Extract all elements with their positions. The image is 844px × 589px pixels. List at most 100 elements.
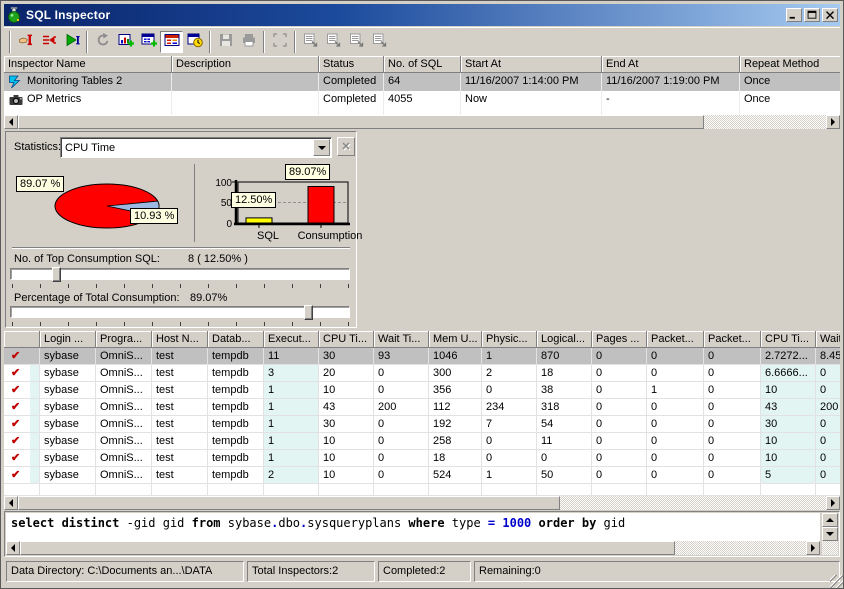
inspector-col-2[interactable]: Status — [319, 56, 384, 73]
grid-cell[interactable]: 524 — [429, 467, 482, 484]
grid-cell[interactable]: 0 — [704, 416, 761, 433]
grid-cell[interactable]: tempdb — [208, 365, 264, 382]
inspector-cell[interactable]: Once — [740, 73, 840, 91]
grid-cell[interactable]: 38 — [537, 382, 592, 399]
grid-row[interactable]: ✔sybaseOmniS...testtempdb110025801100010… — [4, 433, 840, 450]
inspector-cell[interactable]: Completed — [319, 91, 384, 109]
grid-cell[interactable]: sybase — [40, 467, 96, 484]
resize-grip[interactable] — [830, 575, 843, 588]
inspector-cell[interactable]: - — [602, 91, 740, 109]
inspector-cell[interactable]: Now — [461, 91, 602, 109]
inspector-cell[interactable]: Once — [740, 91, 840, 109]
scrollbar-track[interactable] — [18, 115, 826, 129]
scroll-left-icon[interactable] — [6, 541, 20, 555]
grid-cell[interactable]: 18 — [537, 365, 592, 382]
grid-cell[interactable]: 0 — [647, 433, 704, 450]
show-grid-button[interactable] — [160, 31, 183, 53]
grid-col-9[interactable]: Physic... — [482, 331, 537, 348]
grid-cell[interactable]: 112 — [429, 399, 482, 416]
grid-cell[interactable]: 0 — [704, 467, 761, 484]
grid-col-12[interactable]: Packet... — [647, 331, 704, 348]
grid-cell[interactable]: tempdb — [208, 467, 264, 484]
inspector-cell[interactable]: 11/16/2007 1:14:00 PM — [461, 73, 602, 91]
grid-cell[interactable]: 0 — [482, 433, 537, 450]
grid-cell[interactable]: OmniS... — [96, 348, 152, 365]
grid-cell[interactable]: 0 — [374, 467, 429, 484]
grid-cell[interactable]: 300 — [429, 365, 482, 382]
grid-cell[interactable]: 0 — [816, 382, 840, 399]
grid-row[interactable]: ✔sybaseOmniS...testtempdb143200112234318… — [4, 399, 840, 416]
grid-cell[interactable]: ✔ — [4, 348, 40, 365]
grid-row[interactable]: ✔sybaseOmniS...testtempdb11001800000100 — [4, 450, 840, 467]
inspector-cell[interactable]: 4055 — [384, 91, 461, 109]
grid-cell[interactable]: 11 — [537, 433, 592, 450]
grid-cell[interactable]: 1 — [264, 433, 319, 450]
grid-cell[interactable]: test — [152, 433, 208, 450]
grid-col-7[interactable]: Wait Ti... — [374, 331, 429, 348]
grid-cell[interactable]: 0 — [704, 433, 761, 450]
grid-cell[interactable]: 0 — [592, 399, 647, 416]
grid-cell[interactable]: sybase — [40, 382, 96, 399]
grid-col-14[interactable]: CPU Ti... — [761, 331, 816, 348]
grid-cell[interactable]: 0 — [592, 433, 647, 450]
grid-cell[interactable]: 0 — [374, 416, 429, 433]
grid-col-15[interactable]: Wait T... — [816, 331, 840, 348]
grid-cell[interactable]: 192 — [429, 416, 482, 433]
grid-cell[interactable]: 0 — [704, 348, 761, 365]
grid-col-11[interactable]: Pages ... — [592, 331, 647, 348]
add-chart-button[interactable] — [114, 31, 137, 53]
inspector-cell[interactable]: 11/16/2007 1:19:00 PM — [602, 73, 740, 91]
grid-cell[interactable]: 0 — [816, 450, 840, 467]
grid-cell[interactable]: 0 — [704, 399, 761, 416]
grid-cell[interactable]: test — [152, 467, 208, 484]
grid-cell[interactable]: 10 — [761, 382, 816, 399]
grid-cell[interactable]: 1 — [482, 348, 537, 365]
grid-cell[interactable]: OmniS... — [96, 467, 152, 484]
grid-col-2[interactable]: Progra... — [96, 331, 152, 348]
grid-cell[interactable]: 2 — [264, 467, 319, 484]
grid-cell[interactable]: ✔ — [4, 450, 40, 467]
grid-cell[interactable]: 10 — [319, 382, 374, 399]
title-bar[interactable]: SQL Inspector — [4, 4, 840, 26]
scroll-up-icon[interactable] — [822, 513, 838, 527]
sql-text[interactable]: select distinct -gid gid from sybase.dbo… — [6, 513, 820, 541]
grid-cell[interactable]: 0 — [647, 416, 704, 433]
grid-cell[interactable]: 0 — [704, 365, 761, 382]
grid-cell[interactable]: 0 — [592, 348, 647, 365]
grid-cell[interactable]: 0 — [537, 450, 592, 467]
grid-cell[interactable]: 0 — [647, 467, 704, 484]
grid-cell[interactable]: 0 — [592, 382, 647, 399]
grid-cell[interactable]: test — [152, 365, 208, 382]
inspector-cell[interactable]: OP Metrics — [4, 91, 172, 109]
grid-cell[interactable]: tempdb — [208, 382, 264, 399]
grid-cell[interactable]: 0 — [647, 399, 704, 416]
grid-hscrollbar[interactable] — [4, 496, 840, 510]
grid-cell[interactable]: 18 — [429, 450, 482, 467]
inspector-col-6[interactable]: Repeat Method — [740, 56, 840, 73]
grid-col-5[interactable]: Execut... — [264, 331, 319, 348]
scroll-left-icon[interactable] — [4, 496, 18, 510]
grid-cell[interactable]: 258 — [429, 433, 482, 450]
run-inspector-button[interactable] — [60, 31, 83, 53]
grid-cell[interactable]: tempdb — [208, 450, 264, 467]
inspector-col-0[interactable]: Inspector Name — [4, 56, 172, 73]
maximize-button[interactable] — [804, 8, 820, 22]
grid-cell[interactable]: OmniS... — [96, 416, 152, 433]
grid-cell[interactable]: ✔ — [4, 433, 40, 450]
grid-col-6[interactable]: CPU Ti... — [319, 331, 374, 348]
grid-cell[interactable]: 1 — [482, 467, 537, 484]
grid-cell[interactable]: 93 — [374, 348, 429, 365]
sql-vscrollbar[interactable] — [822, 513, 838, 555]
grid-cell[interactable]: 10 — [761, 433, 816, 450]
top-sql-slider[interactable] — [10, 268, 350, 280]
inspector-cell[interactable]: Completed — [319, 73, 384, 91]
grid-cell[interactable]: 0 — [647, 365, 704, 382]
inspector-cell[interactable]: Monitoring Tables 2 — [4, 73, 172, 91]
grid-cell[interactable]: 0 — [704, 450, 761, 467]
grid-cell[interactable]: 318 — [537, 399, 592, 416]
edit-sql-button[interactable] — [14, 31, 37, 53]
inspector-col-5[interactable]: End At — [602, 56, 740, 73]
grid-cell[interactable]: sybase — [40, 450, 96, 467]
sql-hscrollbar[interactable] — [6, 541, 820, 555]
inspector-row[interactable]: Monitoring Tables 2Completed6411/16/2007… — [4, 73, 840, 91]
